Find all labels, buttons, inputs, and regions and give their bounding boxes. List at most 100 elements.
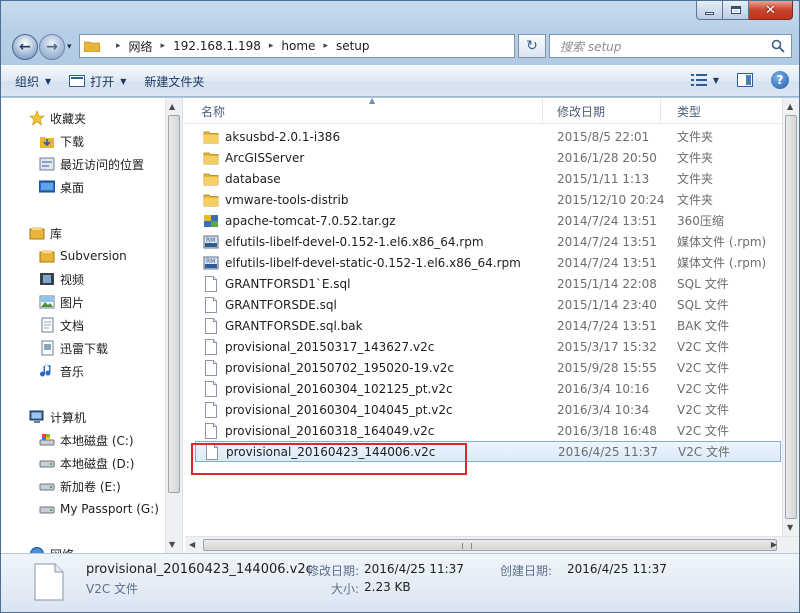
file-list-horizontal-scrollbar[interactable]: ◀ ▶	[185, 536, 799, 553]
file-row[interactable]: database 2015/1/11 1:13 文件夹	[195, 168, 781, 189]
file-row[interactable]: RM elfutils-libelf-devel-0.152-1.el6.x86_…	[195, 231, 781, 252]
preview-pane-icon[interactable]	[737, 73, 753, 87]
refresh-button[interactable]: ↻	[518, 34, 546, 58]
nav-recent-places[interactable]: 最近访问的位置	[39, 154, 144, 174]
file-name: provisional_20150702_195020-19.v2c	[225, 360, 454, 375]
file-row-selected[interactable]: provisional_20160423_144006.v2c 2016/4/25…	[195, 441, 781, 462]
crumb-separator[interactable]: ▸	[323, 41, 328, 51]
scroll-left-icon[interactable]: ◀	[189, 540, 195, 549]
nav-label: 新加卷 (E:)	[60, 479, 121, 494]
column-date-label: 修改日期	[557, 104, 606, 119]
nav-downloads[interactable]: 下载	[39, 131, 84, 151]
details-file-name: provisional_20160423_144006.v2c	[86, 562, 313, 577]
file-row[interactable]: ArcGISServer 2016/1/28 20:50 文件夹	[195, 147, 781, 168]
open-button[interactable]: 打开 ▼	[69, 73, 126, 90]
nav-drive-c[interactable]: 本地磁盘 (C:)	[39, 430, 134, 450]
file-row[interactable]: GRANTFORSDE.sql 2015/1/14 23:40 SQL 文件	[195, 294, 781, 315]
search-icon[interactable]	[771, 39, 785, 53]
file-date: 2016/4/25 11:37	[558, 444, 658, 459]
crumb-separator[interactable]: ▸	[269, 41, 274, 51]
sort-ascending-icon: ▲	[369, 96, 376, 105]
chevron-down-icon[interactable]: ▼	[713, 76, 719, 85]
column-date[interactable]: 修改日期	[541, 98, 661, 124]
nav-videos[interactable]: 视频	[39, 269, 84, 289]
file-date: 2015/9/28 15:55	[557, 360, 657, 375]
archive-icon	[203, 213, 219, 229]
file-row[interactable]: GRANTFORSDE.sql.bak 2014/7/24 13:51 BAK 文件	[195, 315, 781, 336]
file-icon	[203, 317, 219, 334]
nav-subversion[interactable]: Subversion	[39, 246, 127, 266]
file-row[interactable]: RM elfutils-libelf-devel-static-0.152-1.e…	[195, 252, 781, 273]
nav-network[interactable]: 网络	[29, 544, 74, 553]
column-header-row: 名称 ▲ 修改日期 类型	[185, 96, 799, 124]
file-date: 2014/7/24 13:51	[557, 318, 657, 333]
scroll-thumb[interactable]	[203, 539, 777, 551]
file-date: 2014/7/24 13:51	[557, 255, 657, 270]
column-name[interactable]: 名称 ▲	[185, 96, 543, 124]
nav-drive-g[interactable]: My Passport (G:)	[39, 499, 159, 519]
details-file-type: V2C 文件	[86, 582, 139, 596]
help-icon[interactable]: ?	[771, 71, 789, 89]
forward-button[interactable]: →	[39, 34, 65, 60]
external-drive-icon	[39, 506, 55, 514]
maximize-button[interactable]	[723, 1, 749, 20]
crumb-separator[interactable]: ▸	[116, 41, 121, 51]
system-drive-icon	[39, 434, 55, 446]
back-button[interactable]: ←	[12, 34, 38, 60]
crumb-home[interactable]: home	[281, 39, 315, 53]
change-view-icon[interactable]	[690, 73, 707, 87]
file-list-vertical-scrollbar[interactable]: ▲ ▼	[782, 98, 799, 536]
scroll-down-icon[interactable]: ▼	[787, 523, 793, 532]
scroll-thumb[interactable]	[168, 115, 180, 493]
file-type: BAK 文件	[677, 319, 730, 333]
file-row[interactable]: provisional_20150702_195020-19.v2c 2015/9…	[195, 357, 781, 378]
file-row[interactable]: vmware-tools-distrib 2015/12/10 20:24 文件夹	[195, 189, 781, 210]
nav-label: 迅雷下载	[60, 341, 109, 356]
file-row[interactable]: provisional_20160318_164049.v2c 2016/3/18…	[195, 420, 781, 441]
file-row[interactable]: provisional_20160304_102125_pt.v2c 2016/3…	[195, 378, 781, 399]
nav-label: 图片	[60, 295, 85, 310]
nav-drive-d[interactable]: 本地磁盘 (D:)	[39, 453, 134, 473]
crumb-setup[interactable]: setup	[336, 39, 370, 53]
nav-music[interactable]: 音乐	[39, 361, 84, 381]
nav-pictures[interactable]: 图片	[39, 292, 84, 312]
close-button[interactable]: ✕	[749, 1, 793, 20]
nav-documents[interactable]: 文档	[39, 315, 84, 335]
folder-icon	[203, 150, 219, 166]
back-arrow-icon: ←	[19, 39, 31, 55]
scroll-thumb[interactable]	[785, 115, 797, 519]
nav-drive-e[interactable]: 新加卷 (E:)	[39, 476, 121, 496]
crumb-host[interactable]: 192.168.1.198	[173, 39, 261, 53]
new-folder-button[interactable]: 新建文件夹	[144, 73, 204, 90]
scroll-right-icon[interactable]: ▶	[771, 540, 777, 549]
file-row[interactable]: aksusbd-2.0.1-i386 2015/8/5 22:01 文件夹	[195, 126, 781, 147]
nav-libraries[interactable]: 库	[29, 223, 62, 243]
file-type: SQL 文件	[677, 277, 729, 291]
folder-icon	[84, 41, 100, 52]
scroll-down-icon[interactable]: ▼	[169, 540, 175, 549]
address-bar[interactable]: ▸ 网络 ▸ 192.168.1.198 ▸ home ▸ setup	[79, 34, 515, 58]
nav-xunlei-downloads[interactable]: 迅雷下载	[39, 338, 108, 358]
search-input[interactable]: 搜索 setup	[549, 34, 792, 58]
crumb-separator[interactable]: ▸	[161, 41, 166, 51]
file-row[interactable]: apache-tomcat-7.0.52.tar.gz 2014/7/24 13:…	[195, 210, 781, 231]
scroll-up-icon[interactable]: ▲	[169, 102, 175, 111]
nav-favorites[interactable]: 收藏夹	[29, 108, 86, 128]
minimize-button[interactable]	[696, 1, 723, 20]
column-type[interactable]: 类型	[661, 98, 782, 124]
organize-button[interactable]: 组织 ▼	[15, 73, 51, 90]
scroll-up-icon[interactable]: ▲	[787, 102, 793, 111]
file-row[interactable]: provisional_20160304_104045_pt.v2c 2016/3…	[195, 399, 781, 420]
file-type: V2C 文件	[677, 382, 730, 396]
nav-desktop[interactable]: 桌面	[39, 177, 84, 197]
nav-computer[interactable]: 计算机	[29, 407, 86, 427]
recent-pages-dropdown[interactable]: ▾	[67, 42, 72, 52]
navigation-pane: 收藏夹 下载 最近访问的位置 桌面 库 Subversion 视频 图片 文档 …	[1, 98, 183, 553]
close-icon: ✕	[765, 2, 776, 18]
file-row[interactable]: provisional_20150317_143627.v2c 2015/3/17…	[195, 336, 781, 357]
navigation-scrollbar[interactable]: ▲ ▼	[165, 98, 182, 553]
file-icon	[34, 563, 64, 601]
file-date: 2016/1/28 20:50	[557, 150, 657, 165]
file-row[interactable]: GRANTFORSD1`E.sql 2015/1/14 22:08 SQL 文件	[195, 273, 781, 294]
crumb-network[interactable]: 网络	[129, 38, 153, 55]
